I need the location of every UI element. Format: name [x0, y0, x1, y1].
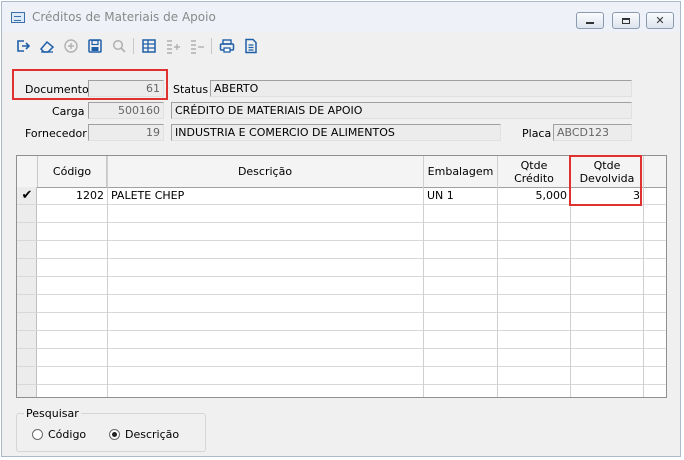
close-button[interactable]: ✕	[646, 12, 674, 29]
radio-codigo-label[interactable]: Código	[48, 428, 86, 441]
table-row[interactable]	[17, 313, 666, 331]
fornecedor-label: Fornecedor	[25, 127, 87, 140]
table-button[interactable]	[138, 35, 160, 57]
table-icon	[142, 39, 156, 53]
search-icon	[112, 39, 126, 53]
header-embalagem[interactable]: Embalagem	[424, 156, 498, 187]
qtde-devolvida-highlight	[569, 155, 642, 206]
fornecedor-description-field: INDUSTRIA E COMERCIO DE ALIMENTOS	[171, 124, 501, 141]
add-button[interactable]	[60, 35, 82, 57]
exit-button[interactable]	[12, 35, 34, 57]
maximize-button[interactable]	[612, 12, 640, 29]
add-icon	[64, 39, 78, 53]
header-filler	[644, 156, 666, 187]
eraser-icon	[39, 40, 55, 53]
carga-field[interactable]: 500160	[88, 102, 164, 119]
document-button[interactable]	[240, 35, 262, 57]
close-icon: ✕	[655, 14, 665, 27]
table-row[interactable]	[17, 367, 666, 385]
header-indicator	[17, 156, 38, 187]
toolbar-separator	[211, 38, 212, 54]
header-codigo[interactable]: Código	[38, 156, 107, 187]
header-descricao[interactable]: Descrição	[107, 156, 424, 187]
print-button[interactable]	[216, 35, 238, 57]
pesquisar-label: Pesquisar	[24, 407, 81, 420]
document-icon	[245, 38, 257, 54]
fornecedor-field[interactable]: 19	[88, 124, 164, 141]
exit-icon	[17, 40, 31, 52]
radio-descricao-label[interactable]: Descrição	[125, 428, 179, 441]
title-bar: Créditos de Materiais de Apoio ✕	[2, 2, 680, 32]
table-row[interactable]	[17, 385, 666, 397]
column-divider	[423, 156, 424, 397]
cell-qtde-credito[interactable]: 5,000	[498, 187, 570, 204]
toolbar	[2, 32, 680, 62]
column-divider	[107, 156, 108, 397]
table-row[interactable]	[17, 277, 666, 295]
remove-line-button[interactable]	[186, 35, 208, 57]
minimize-button[interactable]	[576, 12, 604, 29]
remove-line-icon	[191, 40, 204, 54]
app-icon	[11, 12, 25, 23]
window-title: Créditos de Materiais de Apoio	[32, 10, 216, 24]
add-line-button[interactable]	[162, 35, 184, 57]
placa-field[interactable]: ABCD123	[553, 124, 632, 141]
search-button[interactable]	[108, 35, 130, 57]
clear-button[interactable]	[36, 35, 58, 57]
table-row[interactable]	[17, 205, 666, 223]
cell-codigo[interactable]: 1202	[38, 187, 107, 204]
save-button[interactable]	[84, 35, 106, 57]
table-row[interactable]	[17, 241, 666, 259]
minimize-icon	[586, 22, 594, 24]
table-row[interactable]	[17, 223, 666, 241]
status-field: ABERTO	[210, 80, 632, 97]
toolbar-separator	[133, 38, 134, 54]
table-row[interactable]	[17, 259, 666, 277]
radio-codigo[interactable]	[32, 429, 43, 440]
column-divider	[497, 156, 498, 397]
table-row[interactable]	[17, 295, 666, 313]
save-icon	[88, 39, 102, 53]
documento-highlight	[12, 69, 168, 100]
status-label: Status	[173, 83, 209, 96]
column-divider	[643, 156, 644, 397]
carga-label: Carga	[52, 105, 85, 118]
cell-embalagem[interactable]: UN 1	[424, 187, 497, 204]
cell-descricao[interactable]: PALETE CHEP	[108, 187, 423, 204]
maximize-icon	[622, 18, 630, 24]
table-row[interactable]	[17, 349, 666, 367]
placa-label: Placa	[522, 127, 552, 140]
add-line-icon	[167, 40, 180, 54]
table-row[interactable]	[17, 331, 666, 349]
header-qtde-credito[interactable]: Qtde Crédito	[498, 156, 571, 187]
row-check-icon: ✔	[21, 188, 33, 203]
print-icon	[219, 39, 235, 53]
window: Créditos de Materiais de Apoio ✕ Documen…	[1, 1, 681, 457]
radio-descricao[interactable]	[109, 429, 120, 440]
carga-description-field: CRÉDITO DE MATERIAIS DE APOIO	[171, 102, 632, 119]
